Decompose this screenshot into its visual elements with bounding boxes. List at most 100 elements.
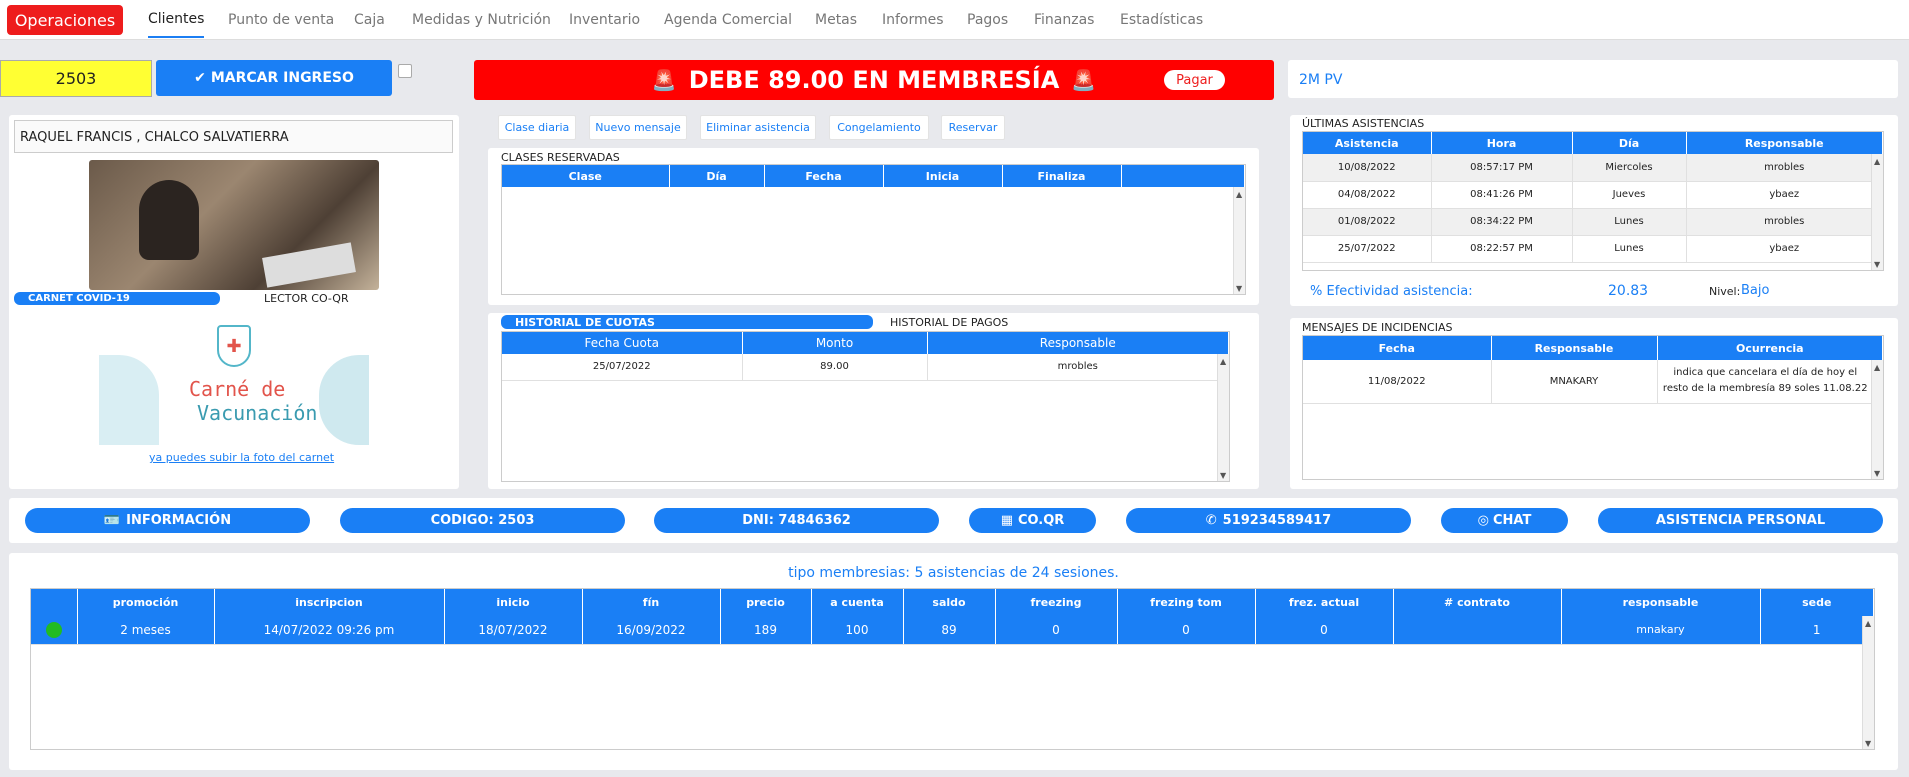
membership-table: promoción inscripcion inicio fín precio … (30, 588, 1875, 750)
congelamiento-button[interactable]: Congelamiento (829, 115, 929, 140)
cell: mnakary (1561, 616, 1761, 645)
cell: Lunes (1572, 235, 1687, 263)
nav-medidas-nutricion[interactable]: Medidas y Nutrición (412, 0, 551, 40)
informacion-label: INFORMACIÓN (126, 513, 232, 528)
checkin-checkbox[interactable] (398, 64, 412, 78)
nav-agenda-comercial[interactable]: Agenda Comercial (664, 0, 792, 40)
nav-caja[interactable]: Caja (354, 0, 385, 40)
col-blank (1121, 165, 1245, 187)
eliminar-asistencia-button[interactable]: Eliminar asistencia (700, 115, 816, 140)
col-saldo: saldo (903, 589, 996, 616)
nivel-value: Bajo (1741, 283, 1770, 298)
incidents-title: MENSAJES DE INCIDENCIAS (1302, 321, 1453, 334)
col-fecha-cuota: Fecha Cuota (502, 332, 743, 354)
col-sede: sede (1760, 589, 1874, 616)
membership-summary: tipo membresias: 5 asistencias de 24 ses… (788, 565, 1119, 581)
cell: 1 (1760, 616, 1874, 645)
blob-shape (99, 355, 159, 445)
pay-button[interactable]: Pagar (1164, 70, 1225, 90)
asistencia-personal-button[interactable]: ASISTENCIA PERSONAL (1598, 508, 1883, 533)
col-dia: Día (669, 165, 765, 187)
phone-label: 519234589417 (1222, 513, 1332, 528)
cell: ybaez (1686, 181, 1883, 209)
attendance-scrollbar[interactable]: ▲ ▼ (1871, 154, 1883, 270)
col-responsable: Responsable (1491, 336, 1658, 360)
tab-carnet-covid[interactable]: CARNET COVID-19 (14, 292, 220, 305)
nav-pagos[interactable]: Pagos (967, 0, 1008, 40)
col-inicio: inicio (444, 589, 583, 616)
attendance-title: ÚLTIMAS ASISTENCIAS (1302, 117, 1425, 130)
cuotas-scrollbar[interactable]: ▲ ▼ (1217, 354, 1229, 481)
coqr-button[interactable]: ▦ CO.QR (969, 508, 1096, 533)
col-fin: fín (582, 589, 721, 616)
table-row[interactable]: 01/08/2022 08:34:22 PM Lunes mrobles (1303, 208, 1883, 236)
check-icon: ✔ (194, 70, 206, 86)
chat-label: CHAT (1493, 513, 1532, 528)
cell: Miercoles (1572, 154, 1687, 182)
cell: 04/08/2022 (1303, 181, 1432, 209)
vaccination-title-2: Vacunación (197, 401, 318, 425)
table-row[interactable]: 10/08/2022 08:57:17 PM Miercoles mrobles (1303, 154, 1883, 182)
status-dot (45, 621, 62, 638)
col-frezing-tom: frezing tom (1117, 589, 1256, 616)
cell: 0 (1117, 616, 1256, 645)
col-frez-actual: frez. actual (1255, 589, 1394, 616)
tab-historial-pagos[interactable]: HISTORIAL DE PAGOS (890, 316, 1008, 329)
col-ocurrencia: Ocurrencia (1657, 336, 1883, 360)
cell: 14/07/2022 09:26 pm (214, 616, 445, 645)
nav-estadisticas[interactable]: Estadísticas (1120, 0, 1203, 40)
table-row[interactable]: 2 meses 14/07/2022 09:26 pm 18/07/2022 1… (31, 616, 1874, 645)
nivel-label: Nivel: (1709, 285, 1741, 298)
codigo-button[interactable]: CODIGO: 2503 (340, 508, 625, 533)
cell: 08:57:17 PM (1431, 154, 1573, 182)
membership-scrollbar[interactable]: ▲ ▼ (1862, 616, 1874, 749)
col-responsable: Responsable (927, 332, 1229, 354)
membership-panel: tipo membresias: 5 asistencias de 24 ses… (9, 553, 1898, 770)
whatsapp-icon: ◎ (1477, 513, 1489, 528)
cuotas-table: Fecha Cuota Monto Responsable 25/07/2022… (501, 331, 1230, 482)
cell: 18/07/2022 (444, 616, 583, 645)
cell: 08:22:57 PM (1431, 235, 1573, 263)
table-row[interactable]: 25/07/2022 89.00 mrobles (502, 354, 1229, 381)
nav-punto-de-venta[interactable]: Punto de venta (228, 0, 334, 40)
alarm-light-icon: 🚨 (1071, 68, 1097, 92)
dni-button[interactable]: DNI: 74846362 (654, 508, 939, 533)
brand-operaciones[interactable]: Operaciones (7, 5, 123, 35)
col-asistencia: Asistencia (1303, 132, 1432, 154)
cell: 08:34:22 PM (1431, 208, 1573, 236)
reservar-button[interactable]: Reservar (941, 115, 1005, 140)
table-row[interactable]: 04/08/2022 08:41:26 PM Jueves ybaez (1303, 181, 1883, 209)
paper-shape (262, 242, 356, 288)
col-monto: Monto (742, 332, 928, 354)
mark-ingreso-button[interactable]: ✔ MARCAR INGRESO (156, 60, 392, 96)
debt-message: DEBE 89.00 EN MEMBRESÍA (688, 66, 1060, 94)
upload-carnet-link[interactable]: ya puedes subir la foto del carnet (149, 451, 334, 464)
informacion-button[interactable]: 🪪 INFORMACIÓN (25, 508, 310, 533)
vaccination-title-1: Carné de (189, 377, 286, 401)
incidents-scrollbar[interactable]: ▲ ▼ (1871, 360, 1883, 479)
phone-button[interactable]: ✆ 519234589417 (1126, 508, 1411, 533)
col-fecha: Fecha (1303, 336, 1492, 360)
table-row[interactable]: 25/07/2022 08:22:57 PM Lunes ybaez (1303, 235, 1883, 263)
client-name: RAQUEL FRANCIS , CHALCO SALVATIERRA (14, 120, 453, 153)
efectividad-label: % Efectividad asistencia: (1310, 284, 1473, 299)
nuevo-mensaje-button[interactable]: Nuevo mensaje (589, 115, 687, 140)
client-code-input[interactable]: 2503 (0, 60, 152, 97)
chat-button[interactable]: ◎ CHAT (1441, 508, 1568, 533)
nav-finanzas[interactable]: Finanzas (1034, 0, 1094, 40)
reserved-scrollbar[interactable]: ▲ ▼ (1233, 187, 1245, 294)
col-precio: precio (720, 589, 812, 616)
client-photo (89, 160, 379, 290)
nav-metas[interactable]: Metas (815, 0, 857, 40)
plan-panel: 2M PV (1288, 60, 1898, 98)
tab-lector-qr[interactable]: LECTOR CO-QR (264, 292, 349, 305)
nav-clientes[interactable]: Clientes (148, 1, 205, 38)
col-inscripcion: inscripcion (214, 589, 445, 616)
cell: 2 meses (77, 616, 215, 645)
clase-diaria-button[interactable]: Clase diaria (498, 115, 576, 140)
nav-informes[interactable]: Informes (882, 0, 944, 40)
nav-inventario[interactable]: Inventario (569, 0, 640, 40)
tab-historial-cuotas[interactable]: HISTORIAL DE CUOTAS (501, 315, 873, 329)
plan-label: 2M PV (1299, 72, 1343, 88)
table-row[interactable]: 11/08/2022 MNAKARY indica que cancelara … (1303, 360, 1883, 404)
